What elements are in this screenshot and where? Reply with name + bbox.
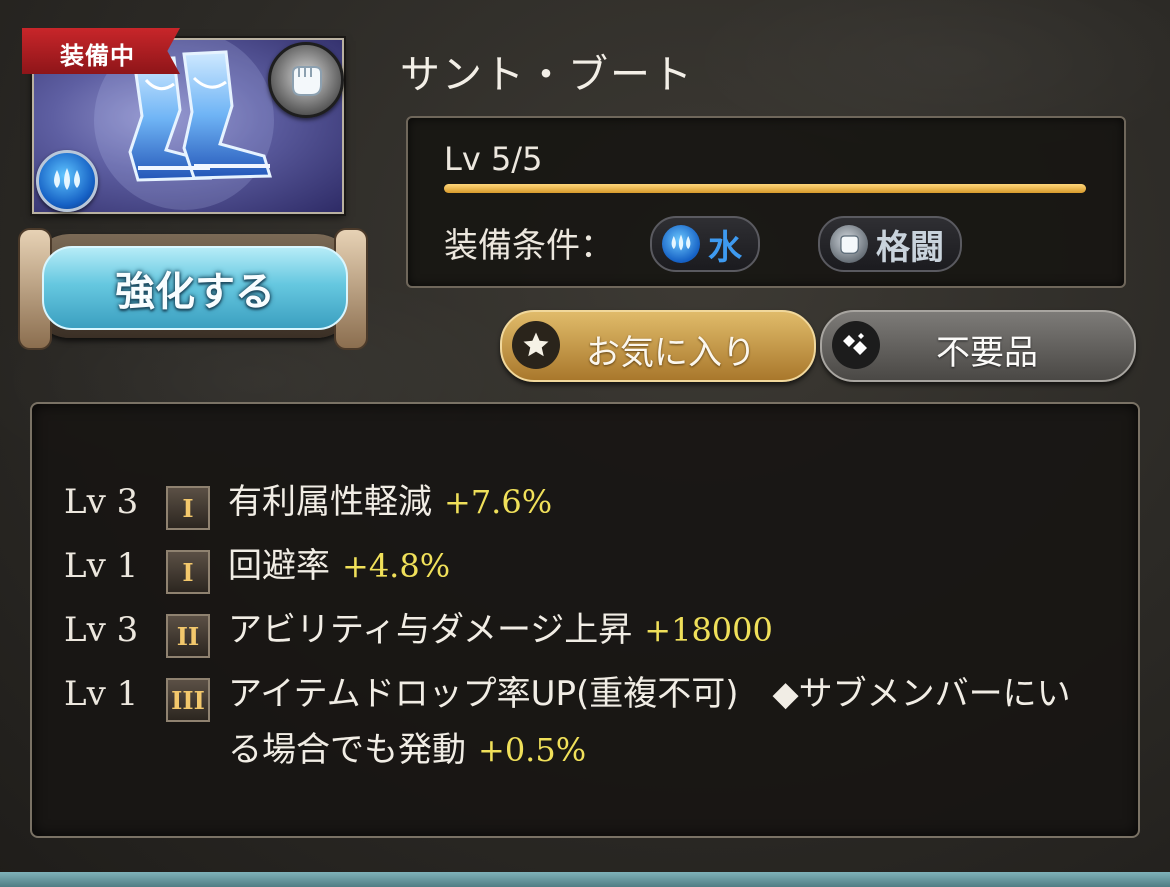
junk-button[interactable]: 不要品 [820,310,1136,382]
skill-name-text: 有利属性軽減 [228,482,432,522]
skill-name-text: アイテムドロップ率UP(重複不可) ◆サブメンバーにいる場合でも発動 [228,674,1071,770]
bottom-bar [0,872,1170,887]
skill-row: Lv 1 III アイテムドロップ率UP(重複不可) ◆サブメンバーにいる場合で… [64,674,1088,778]
favorite-button[interactable]: お気に入り [500,310,816,382]
skill-tier-icon: I [166,550,210,594]
item-name: サント・ブート [400,52,694,98]
equipped-label: 装備中 [60,42,135,70]
level-progress-fill [444,184,1086,193]
requirement-weapon-label: 格闘 [876,227,944,268]
enhance-button-label: 強化する [115,269,275,315]
skill-tier-icon: III [166,678,210,722]
skill-value: +7.6% [444,483,553,521]
skill-level: Lv 1 [64,546,139,586]
skill-name-text: アビリティ与ダメージ上昇 [228,610,633,650]
skill-tier-icon: II [166,614,210,658]
level-text: Lv 5/5 [444,140,543,178]
skill-name: 有利属性軽減 +7.6% [228,474,1078,530]
enhance-button-face: 強化する [42,246,348,330]
requirements-label: 装備条件： [444,226,614,266]
fist-icon [830,225,868,263]
star-icon [512,321,560,369]
skill-name: アイテムドロップ率UP(重複不可) ◆サブメンバーにいる場合でも発動 +0.5% [228,666,1088,778]
skill-name: 回避率 +4.8% [228,538,1078,594]
skill-row: Lv 3 I 有利属性軽減 +7.6% [64,482,1078,530]
skills-panel: Lv 3 I 有利属性軽減 +7.6% Lv 1 I 回避率 +4.8% Lv 3 … [30,402,1140,838]
skill-tier-icon: I [166,486,210,530]
weapon-type-badge [268,42,344,118]
skill-level: Lv 3 [64,482,139,522]
skill-row: Lv 3 II アビリティ与ダメージ上昇 +18000 [64,610,1078,658]
skill-name: アビリティ与ダメージ上昇 +18000 [228,602,1078,658]
skill-level: Lv 1 [64,674,139,714]
skill-value: +4.8% [342,547,451,585]
skill-value: +18000 [644,611,773,649]
requirement-element-chip: 水 [650,216,760,272]
level-panel: Lv 5/5 装備条件： 水 格闘 [406,116,1126,288]
skill-name-text: 回避率 [228,546,330,586]
equipped-ribbon: 装備中 [22,28,180,74]
fist-icon [292,66,322,96]
diamond-icon [832,321,880,369]
skill-row: Lv 1 I 回避率 +4.8% [64,546,1078,594]
junk-button-label: 不要品 [936,333,1038,373]
water-drops-icon [662,225,700,263]
requirement-element-label: 水 [708,227,742,268]
skill-value: +0.5% [478,731,587,769]
skill-level: Lv 3 [64,610,139,650]
element-badge [36,150,98,212]
favorite-button-label: お気に入り [586,333,756,373]
water-drops-icon [54,168,80,190]
enhance-button[interactable]: 強化する [18,228,368,350]
level-progress-bar [444,184,1086,193]
requirement-weapon-chip: 格闘 [818,216,962,272]
